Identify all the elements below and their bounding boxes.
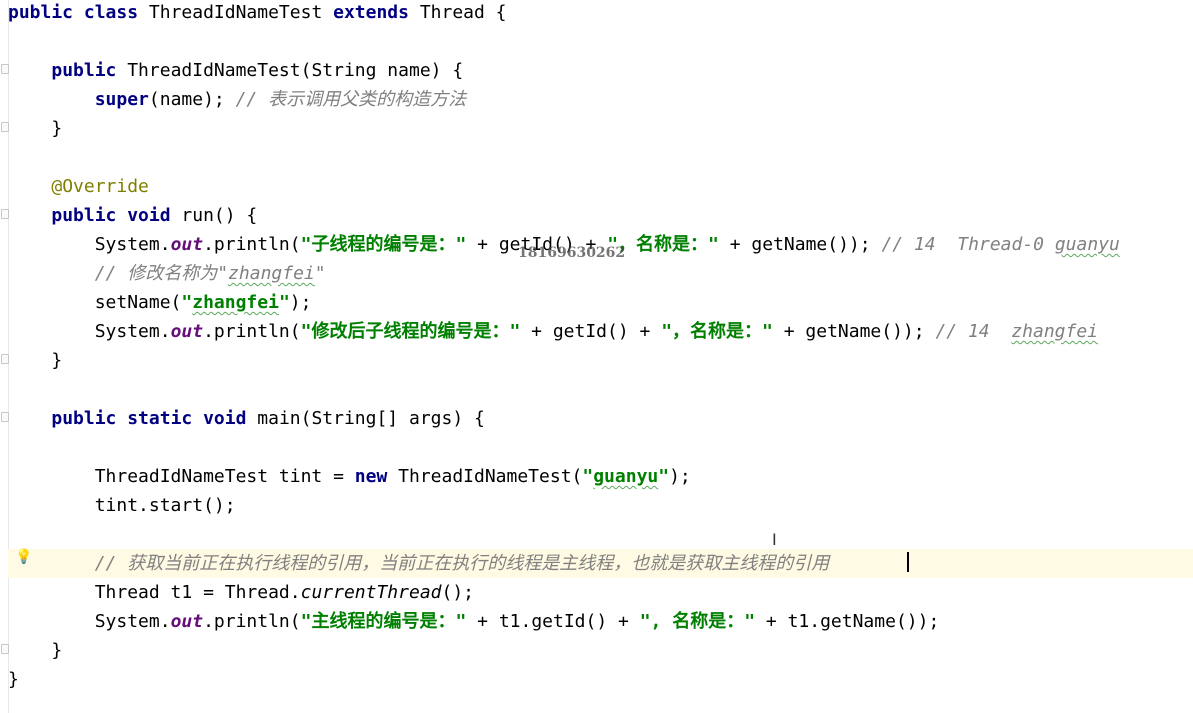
code-token: } [8, 350, 63, 371]
code-token: ); [669, 466, 691, 487]
code-line[interactable] [8, 375, 1193, 404]
code-token: public static void [51, 408, 258, 429]
code-token: } [8, 118, 63, 139]
code-token: .println( [203, 321, 301, 342]
code-editor[interactable]: public class ThreadIdNameTest extends Th… [0, 0, 1193, 713]
text-caret [907, 552, 909, 572]
code-token: ", 名称是：" [639, 611, 756, 632]
code-token: main(String[] args) { [257, 408, 485, 429]
code-token: // 获取当前正在执行线程的引用，当前正在执行的线程是主线程，也就是获取主线程的… [94, 553, 830, 574]
code-line[interactable]: super(name); // 表示调用父类的构造方法 [8, 85, 1193, 114]
code-token: System. [8, 321, 171, 342]
code-token: + t1.getName()); [755, 611, 940, 632]
code-token: zhangfei [192, 292, 279, 313]
code-line[interactable]: Thread t1 = Thread.currentThread(); [8, 578, 1193, 607]
code-token: Thread t1 = Thread. [8, 582, 301, 603]
code-token: ThreadIdNameTest tint = [8, 466, 355, 487]
code-token: setName( [8, 292, 182, 313]
code-token: tint.start(); [8, 495, 236, 516]
code-token: .println( [203, 234, 301, 255]
code-token: zhangfei [228, 263, 315, 284]
lightbulb-icon[interactable]: 💡 [15, 549, 32, 565]
code-token: ThreadIdNameTest( [398, 466, 583, 487]
code-token: out [170, 234, 204, 255]
code-token: "，名称是：" [661, 321, 773, 342]
code-token: zhangfei [1011, 321, 1099, 342]
code-token: (name); [148, 89, 236, 110]
text-cursor-icon: I [772, 530, 777, 549]
code-token: @Override [51, 176, 149, 197]
code-token: Thread { [419, 2, 507, 23]
code-token: super [94, 89, 149, 110]
code-token: "子线程的编号是：" [300, 234, 467, 255]
code-token: out [170, 321, 204, 342]
code-token: " [314, 263, 326, 284]
code-line[interactable]: public ThreadIdNameTest(String name) { [8, 56, 1193, 85]
code-token: new [354, 466, 399, 487]
code-line[interactable]: public void run() { [8, 201, 1193, 230]
code-token: (); [441, 582, 475, 603]
code-line[interactable]: System.out.println("主线程的编号是：" + t1.getId… [8, 607, 1193, 636]
code-token: // 表示调用父类的构造方法 [235, 89, 467, 110]
code-line[interactable]: } [8, 346, 1193, 375]
code-line[interactable]: } [8, 665, 1193, 694]
code-token: } [8, 640, 63, 661]
code-token: extends [333, 2, 420, 23]
code-token: " [181, 292, 193, 313]
code-token: " [278, 292, 290, 313]
code-line[interactable]: setName("zhangfei"); [8, 288, 1193, 317]
code-token: ThreadIdNameTest [148, 2, 334, 23]
code-token: out [170, 611, 204, 632]
code-token: .println( [203, 611, 301, 632]
code-line[interactable]: @Override [8, 172, 1193, 201]
code-token: currentThread [300, 582, 442, 603]
code-token: // 修改名称为" [94, 263, 229, 284]
code-token: + getName()); [772, 321, 936, 342]
code-line[interactable]: // 修改名称为"zhangfei" [8, 259, 1193, 288]
code-token: // 14 [935, 321, 1012, 342]
code-token: " [582, 466, 594, 487]
code-token: System. [8, 611, 171, 632]
code-token: public void [51, 205, 182, 226]
code-token: System. [8, 234, 171, 255]
code-token: ThreadIdNameTest(String name) { [127, 60, 464, 81]
code-line[interactable] [8, 143, 1193, 172]
code-line[interactable]: } [8, 636, 1193, 665]
code-token: } [8, 669, 19, 690]
code-token: public class [8, 2, 149, 23]
code-token: "修改后子线程的编号是：" [300, 321, 521, 342]
code-token: "主线程的编号是：" [300, 611, 467, 632]
code-line[interactable] [8, 433, 1193, 462]
code-token: guanyu [593, 466, 659, 487]
code-line[interactable]: System.out.println("修改后子线程的编号是：" + getId… [8, 317, 1193, 346]
code-line[interactable]: public static void main(String[] args) { [8, 404, 1193, 433]
code-token: + getName()); [718, 234, 882, 255]
code-line[interactable] [8, 520, 1193, 549]
code-line[interactable] [8, 27, 1193, 56]
code-token: ); [289, 292, 312, 313]
code-line[interactable]: // 获取当前正在执行线程的引用，当前正在执行的线程是主线程，也就是获取主线程的… [8, 549, 1193, 578]
code-line[interactable]: ThreadIdNameTest tint = new ThreadIdName… [8, 462, 1193, 491]
code-line[interactable]: tint.start(); [8, 491, 1193, 520]
code-token: // 14 Thread-0 [881, 234, 1055, 255]
code-token: + t1.getId() + [466, 611, 640, 632]
code-token: guanyu [1054, 234, 1120, 255]
watermark-text: 18169630262 [518, 245, 626, 261]
code-line[interactable]: public class ThreadIdNameTest extends Th… [8, 0, 1193, 27]
code-token: run() { [181, 205, 258, 226]
code-line[interactable]: } [8, 114, 1193, 143]
code-token: " [658, 466, 670, 487]
code-token: + getId() + [520, 321, 662, 342]
code-token: public [51, 60, 128, 81]
